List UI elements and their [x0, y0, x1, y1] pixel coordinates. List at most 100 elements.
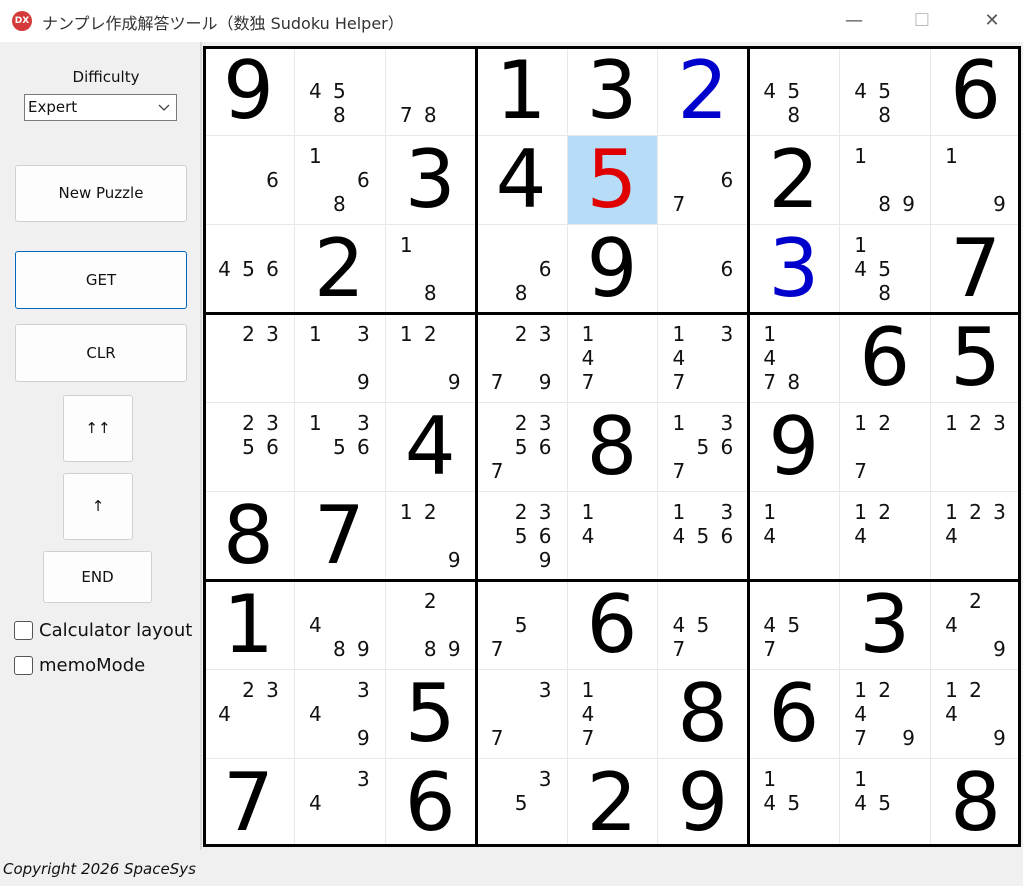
sudoku-cell-r4c1[interactable]: 23: [203, 313, 294, 402]
sudoku-cell-r8c7[interactable]: 6: [748, 669, 840, 758]
sudoku-cell-r9c8[interactable]: 145: [839, 758, 931, 847]
clr-button[interactable]: CLR: [15, 324, 187, 382]
sudoku-cell-r7c7[interactable]: 457: [748, 580, 840, 669]
memo-digit: 6: [538, 523, 552, 548]
sudoku-cell-r6c3[interactable]: 129: [384, 491, 476, 580]
difficulty-select[interactable]: Expert: [24, 94, 177, 121]
new-puzzle-button[interactable]: New Puzzle: [15, 165, 187, 222]
sudoku-cell-r2c3[interactable]: 3: [384, 135, 476, 224]
sudoku-cell-r5c5[interactable]: 8: [566, 402, 658, 491]
sudoku-cell-r6c4[interactable]: 23569: [475, 491, 567, 580]
sudoku-cell-r1c1[interactable]: 9: [203, 46, 294, 135]
grid-line: [203, 758, 1021, 759]
sudoku-cell-r7c9[interactable]: 24 9: [930, 580, 1021, 669]
sudoku-cell-r8c2[interactable]: 3 4 9: [293, 669, 385, 758]
get-button[interactable]: GET: [15, 251, 187, 309]
sudoku-cell-r2c9[interactable]: 19: [930, 135, 1021, 224]
sudoku-cell-r3c1[interactable]: 456: [203, 224, 294, 313]
sudoku-cell-r5c8[interactable]: 127: [839, 402, 931, 491]
calculator-layout-checkbox[interactable]: [14, 621, 33, 640]
memo-digit: 6: [720, 434, 734, 459]
maximize-button[interactable]: ☐: [900, 4, 944, 38]
sudoku-cell-r5c9[interactable]: 123: [930, 402, 1021, 491]
memo-mode-checkbox[interactable]: [14, 656, 33, 675]
sudoku-cell-r9c5[interactable]: 2: [566, 758, 658, 847]
memo-digit: 2: [514, 499, 528, 524]
sudoku-cell-r7c1[interactable]: 1: [203, 580, 294, 669]
sudoku-cell-r4c9[interactable]: 5: [930, 313, 1021, 402]
sudoku-cell-r1c8[interactable]: 458: [839, 46, 931, 135]
sudoku-cell-r5c6[interactable]: 1 356 7: [657, 402, 749, 491]
cell-value: 1: [222, 578, 274, 671]
sudoku-cell-r8c6[interactable]: 8: [657, 669, 749, 758]
sudoku-cell-r6c5[interactable]: 14: [566, 491, 658, 580]
sudoku-cell-r4c6[interactable]: 1 3 47: [657, 313, 749, 402]
sudoku-cell-r1c9[interactable]: 6: [930, 46, 1021, 135]
sudoku-cell-r9c1[interactable]: 7: [203, 758, 294, 847]
sudoku-cell-r1c4[interactable]: 1: [475, 46, 567, 135]
sudoku-cell-r9c6[interactable]: 9: [657, 758, 749, 847]
sudoku-cell-r3c2[interactable]: 2: [293, 224, 385, 313]
minimize-button[interactable]: —: [832, 4, 876, 38]
sudoku-cell-r8c4[interactable]: 37: [475, 669, 567, 758]
sudoku-cell-r5c2[interactable]: 1 356: [293, 402, 385, 491]
sudoku-cell-r3c7[interactable]: 3: [748, 224, 840, 313]
sudoku-cell-r4c3[interactable]: 129: [384, 313, 476, 402]
sudoku-cell-r4c8[interactable]: 6: [839, 313, 931, 402]
sudoku-cell-r1c2[interactable]: 458: [293, 46, 385, 135]
sudoku-cell-r9c2[interactable]: 34: [293, 758, 385, 847]
sudoku-cell-r5c3[interactable]: 4: [384, 402, 476, 491]
memo-digit: 5: [787, 612, 801, 637]
sudoku-cell-r3c4[interactable]: 68: [475, 224, 567, 313]
sudoku-cell-r1c5[interactable]: 3: [566, 46, 658, 135]
sudoku-cell-r7c6[interactable]: 457: [657, 580, 749, 669]
sudoku-cell-r3c5[interactable]: 9: [566, 224, 658, 313]
sudoku-cell-r1c3[interactable]: 78: [384, 46, 476, 135]
sudoku-cell-r4c2[interactable]: 1 3 9: [293, 313, 385, 402]
sudoku-cell-r2c1[interactable]: 6: [203, 135, 294, 224]
sudoku-cell-r9c9[interactable]: 8: [930, 758, 1021, 847]
sudoku-cell-r3c9[interactable]: 7: [930, 224, 1021, 313]
double-up-button[interactable]: ↑↑: [63, 395, 133, 462]
up-button[interactable]: ↑: [63, 473, 133, 540]
sudoku-cell-r4c4[interactable]: 23 7 9: [475, 313, 567, 402]
sudoku-cell-r8c1[interactable]: 23 4: [203, 669, 294, 758]
memo-digit: 4: [308, 612, 322, 637]
sudoku-cell-r6c9[interactable]: 123 4: [930, 491, 1021, 580]
sudoku-cell-r1c7[interactable]: 458: [748, 46, 840, 135]
sudoku-cell-r2c8[interactable]: 189: [839, 135, 931, 224]
sudoku-cell-r7c4[interactable]: 57: [475, 580, 567, 669]
close-button[interactable]: ✕: [970, 4, 1014, 38]
sudoku-cell-r8c3[interactable]: 5: [384, 669, 476, 758]
sudoku-cell-r7c8[interactable]: 3: [839, 580, 931, 669]
sudoku-cell-r2c5[interactable]: 5: [566, 135, 658, 224]
sudoku-cell-r9c7[interactable]: 145: [748, 758, 840, 847]
sudoku-cell-r3c6[interactable]: 6: [657, 224, 749, 313]
sudoku-cell-r8c8[interactable]: 1247 9: [839, 669, 931, 758]
sudoku-cell-r9c3[interactable]: 6: [384, 758, 476, 847]
sudoku-cell-r1c6[interactable]: 2: [657, 46, 749, 135]
sudoku-cell-r6c1[interactable]: 8: [203, 491, 294, 580]
sudoku-cell-r5c7[interactable]: 9: [748, 402, 840, 491]
sudoku-cell-r4c7[interactable]: 1478: [748, 313, 840, 402]
sudoku-cell-r3c3[interactable]: 18: [384, 224, 476, 313]
sudoku-cell-r9c4[interactable]: 35: [475, 758, 567, 847]
sudoku-cell-r5c4[interactable]: 2356 7: [475, 402, 567, 491]
sudoku-cell-r2c4[interactable]: 4: [475, 135, 567, 224]
sudoku-cell-r3c8[interactable]: 1458: [839, 224, 931, 313]
sudoku-cell-r7c5[interactable]: 6: [566, 580, 658, 669]
sudoku-cell-r6c8[interactable]: 124: [839, 491, 931, 580]
sudoku-cell-r6c2[interactable]: 7: [293, 491, 385, 580]
sudoku-cell-r4c5[interactable]: 147: [566, 313, 658, 402]
sudoku-cell-r6c7[interactable]: 14: [748, 491, 840, 580]
sudoku-cell-r8c9[interactable]: 124 9: [930, 669, 1021, 758]
sudoku-cell-r8c5[interactable]: 147: [566, 669, 658, 758]
sudoku-cell-r5c1[interactable]: 2356: [203, 402, 294, 491]
sudoku-cell-r7c3[interactable]: 2 89: [384, 580, 476, 669]
sudoku-cell-r2c7[interactable]: 2: [748, 135, 840, 224]
sudoku-cell-r2c2[interactable]: 1 68: [293, 135, 385, 224]
sudoku-cell-r6c6[interactable]: 1 3 456: [657, 491, 749, 580]
end-button[interactable]: END: [43, 551, 152, 603]
sudoku-cell-r2c6[interactable]: 67: [657, 135, 749, 224]
sudoku-cell-r7c2[interactable]: 489: [293, 580, 385, 669]
